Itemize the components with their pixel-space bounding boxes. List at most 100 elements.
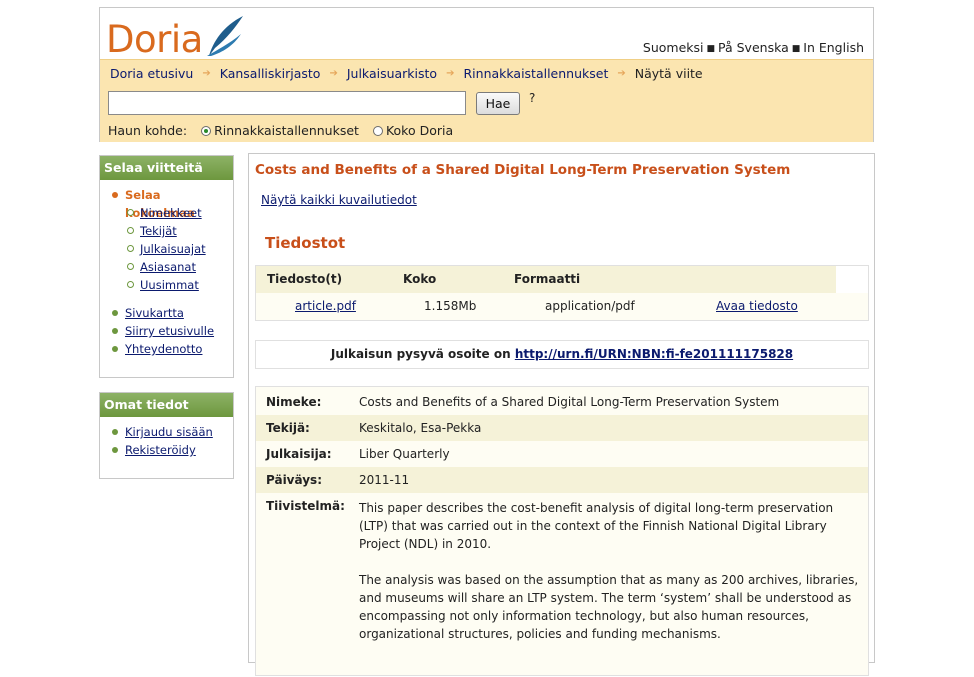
sidebar-item-register[interactable]: Rekisteröidy <box>100 441 233 459</box>
abstract-text: This paper describes the cost-benefit an… <box>359 499 861 661</box>
breadcrumb-parallel-publications[interactable]: Rinnakkaistallennukset <box>463 66 608 81</box>
sidebar-link[interactable]: Tekijät <box>140 224 177 238</box>
lang-separator: ■ <box>706 44 716 54</box>
language-switcher: Suomeksi ■ På Svenska ■ In English <box>643 40 864 55</box>
sidebar-item-newest[interactable]: Uusimmat <box>100 276 233 294</box>
metadata-table: Nimeke: Costs and Benefits of a Shared D… <box>255 386 869 676</box>
breadcrumb: Doria etusivu ➔ Kansalliskirjasto ➔ Julk… <box>100 59 873 87</box>
lang-separator: ■ <box>791 44 801 54</box>
metadata-row-publisher: Julkaisija: Liber Quarterly <box>256 441 868 467</box>
sidebar-item-frontpage[interactable]: Siirry etusivulle <box>100 322 233 340</box>
permanent-address-box: Julkaisun pysyvä osoite on http://urn.fi… <box>255 340 869 369</box>
sidebar-link[interactable]: Uusimmat <box>140 278 199 292</box>
metadata-label: Tiivistelmä: <box>266 499 345 513</box>
metadata-value: Liber Quarterly <box>359 447 450 461</box>
breadcrumb-arrow-icon: ➔ <box>329 68 338 79</box>
sidebar-item-contact[interactable]: Yhteydenotto <box>100 340 233 358</box>
sidebar-browse-heading: Selaa viitteitä <box>100 156 233 180</box>
column-header-file: Tiedosto(t) <box>267 272 343 286</box>
search-input[interactable] <box>108 91 466 115</box>
ring-bullet-icon <box>127 227 134 234</box>
column-header-size: Koko <box>403 272 437 286</box>
metadata-label: Tekijä: <box>266 421 310 435</box>
bullet-icon <box>112 346 118 352</box>
ring-bullet-icon <box>127 281 134 288</box>
bullet-icon <box>112 192 118 198</box>
metadata-row-author: Tekijä: Keskitalo, Esa-Pekka <box>256 415 868 441</box>
sidebar-link[interactable]: Kirjaudu sisään <box>125 425 213 439</box>
metadata-row-abstract: Tiivistelmä: This paper describes the co… <box>256 493 868 677</box>
sidebar-item-browse-collection[interactable]: Selaa kokoelmaa <box>100 186 233 220</box>
file-link[interactable]: article.pdf <box>295 299 356 313</box>
metadata-value: 2011-11 <box>359 473 410 487</box>
sidebar-item-sitemap[interactable]: Sivukartta <box>100 304 233 322</box>
search-help-link[interactable]: ? <box>529 91 535 105</box>
files-table: Tiedosto(t) Koko Formaatti article.pdf 1… <box>255 265 869 321</box>
metadata-row-date: Päiväys: 2011-11 <box>256 467 868 493</box>
lang-finnish[interactable]: Suomeksi <box>643 40 704 55</box>
breadcrumb-archive[interactable]: Julkaisuarkisto <box>347 66 437 81</box>
scope-option-label: Rinnakkaistallennukset <box>214 123 359 138</box>
ring-bullet-icon <box>127 245 134 252</box>
open-file-link[interactable]: Avaa tiedosto <box>716 299 798 313</box>
breadcrumb-national-library[interactable]: Kansalliskirjasto <box>220 66 321 81</box>
lang-english[interactable]: In English <box>803 40 864 55</box>
sidebar-browse: Selaa viitteitä Selaa kokoelmaa Nimekkee… <box>99 155 234 378</box>
bullet-icon <box>112 310 118 316</box>
sidebar-link[interactable]: Rekisteröidy <box>125 443 196 457</box>
metadata-label: Nimeke: <box>266 395 322 409</box>
sidebar-link[interactable]: Asiasanat <box>140 260 196 274</box>
sidebar-item-titles[interactable]: Nimekkeet <box>100 204 233 222</box>
breadcrumb-home[interactable]: Doria etusivu <box>110 66 193 81</box>
lang-swedish[interactable]: På Svenska <box>718 40 789 55</box>
bullet-icon <box>112 429 118 435</box>
scope-option-parallel[interactable]: Rinnakkaistallennukset <box>201 123 359 138</box>
page-title: Costs and Benefits of a Shared Digital L… <box>255 162 791 178</box>
metadata-label: Päiväys: <box>266 473 322 487</box>
feather-logo-icon <box>206 16 243 56</box>
file-format: application/pdf <box>545 299 635 313</box>
sidebar-item-subjects[interactable]: Asiasanat <box>100 258 233 276</box>
site-header: Doria Suomeksi ■ På Svenska ■ In English Dor… <box>99 7 874 142</box>
search-scope-label: Haun kohde: <box>108 123 188 138</box>
breadcrumb-arrow-icon: ➔ <box>617 68 626 79</box>
sidebar-link[interactable]: Julkaisuajat <box>140 242 206 256</box>
scope-option-all-doria[interactable]: Koko Doria <box>372 123 454 138</box>
sidebar-item-authors[interactable]: Tekijät <box>100 222 233 240</box>
ring-bullet-icon <box>127 263 134 270</box>
bullet-icon <box>112 447 118 453</box>
table-header: Tiedosto(t) Koko Formaatti <box>256 266 836 293</box>
search-area: Hae ? Haun kohde: Rinnakkaistallennukset… <box>100 87 873 142</box>
show-full-record-link[interactable]: Näytä kaikki kuvailutiedot <box>261 193 417 207</box>
sidebar-link[interactable]: Nimekkeet <box>140 206 202 220</box>
radio-checked-icon[interactable] <box>201 125 212 136</box>
bullet-icon <box>112 328 118 334</box>
abstract-paragraph: The analysis was based on the assumption… <box>359 573 859 641</box>
sidebar-item-login[interactable]: Kirjaudu sisään <box>100 423 233 441</box>
metadata-label: Julkaisija: <box>266 447 332 461</box>
logo-text: Doria <box>106 18 203 61</box>
doria-logo[interactable]: Doria <box>106 16 245 60</box>
metadata-row-title: Nimeke: Costs and Benefits of a Shared D… <box>256 389 868 415</box>
item-record: Costs and Benefits of a Shared Digital L… <box>248 153 875 676</box>
file-size: 1.158Mb <box>424 299 477 313</box>
radio-unchecked-icon[interactable] <box>372 125 383 136</box>
sidebar-link[interactable]: Yhteydenotto <box>125 342 202 356</box>
ring-bullet-icon <box>127 209 134 216</box>
search-scope: Haun kohde: Rinnakkaistallennukset Koko … <box>108 123 467 138</box>
column-header-format: Formaatti <box>514 272 581 286</box>
table-row: article.pdf 1.158Mb application/pdf Avaa… <box>256 293 868 320</box>
metadata-value: Costs and Benefits of a Shared Digital L… <box>359 395 780 409</box>
search-button[interactable]: Hae <box>476 92 520 115</box>
metadata-value: Keskitalo, Esa-Pekka <box>359 421 482 435</box>
scope-option-label: Koko Doria <box>385 123 454 138</box>
breadcrumb-arrow-icon: ➔ <box>446 68 455 79</box>
files-heading: Tiedostot <box>265 234 346 252</box>
sidebar-link[interactable]: Siirry etusivulle <box>125 324 214 338</box>
permanent-address-label: Julkaisun pysyvä osoite on <box>330 347 511 361</box>
permanent-address-link[interactable]: http://urn.fi/URN:NBN:fi-fe201111175828 <box>515 347 793 361</box>
sidebar-account: Omat tiedot Kirjaudu sisään Rekisteröidy <box>99 392 234 479</box>
abstract-paragraph: This paper describes the cost-benefit an… <box>359 501 834 551</box>
sidebar-link[interactable]: Sivukartta <box>125 306 184 320</box>
sidebar-item-dates[interactable]: Julkaisuajat <box>100 240 233 258</box>
